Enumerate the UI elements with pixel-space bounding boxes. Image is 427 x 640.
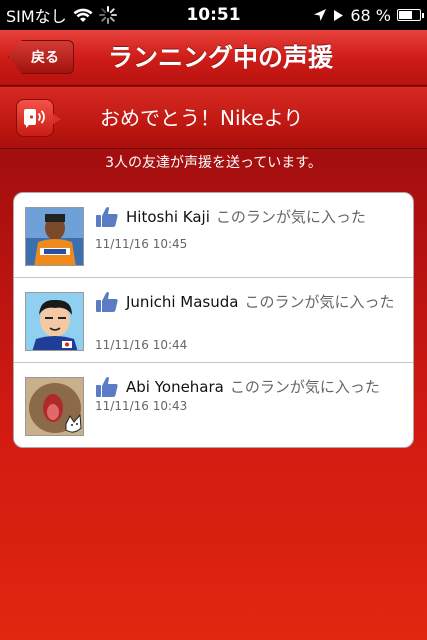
avatar: [25, 377, 84, 436]
cheer-text: Junichi Masuda このランが気に入った: [94, 292, 406, 312]
battery-percent: 68 %: [350, 5, 391, 25]
cheer-icon: [16, 99, 61, 137]
cheer-message-bar: おめでとう！Nikeより: [0, 87, 427, 149]
play-icon: [333, 9, 344, 22]
battery-level: [399, 11, 412, 19]
cheer-timestamp: 11/11/16 10:44: [95, 338, 188, 352]
list-item[interactable]: Hitoshi Kaji このランが気に入った 11/11/16 10:45: [14, 193, 413, 278]
wifi-icon: [73, 8, 93, 23]
battery-icon: [397, 9, 424, 21]
friends-summary: 3人の友達が声援を送っています。: [105, 155, 322, 171]
cheer-message: おめでとう！Nikeより: [100, 106, 304, 130]
navigation-bar: ランニング中の声援 戻る: [0, 30, 427, 86]
friend-name: Junichi Masuda: [126, 293, 239, 311]
cheer-timestamp: 11/11/16 10:43: [95, 399, 188, 413]
status-bar: SIMなし 10:51 68 %: [0, 0, 427, 30]
cheer-text: Abi Yonehara このランが気に入った: [94, 377, 406, 397]
cheer-action: このランが気に入った: [244, 293, 395, 311]
cheer-text: Hitoshi Kaji このランが気に入った: [94, 207, 406, 227]
cheer-action: このランが気に入った: [229, 378, 380, 396]
avatar: [25, 207, 84, 266]
avatar: [25, 292, 84, 351]
back-button[interactable]: 戻る: [8, 40, 74, 74]
spinner-icon: [98, 6, 117, 24]
cheer-list: Hitoshi Kaji このランが気に入った 11/11/16 10:45 J…: [13, 192, 414, 448]
location-icon: [313, 8, 327, 22]
cheer-action: このランが気に入った: [215, 208, 366, 226]
friend-name: Hitoshi Kaji: [126, 208, 210, 226]
carrier-label: SIMなし: [6, 7, 67, 26]
list-item[interactable]: Junichi Masuda このランが気に入った 11/11/16 10:44: [14, 278, 413, 363]
cheer-timestamp: 11/11/16 10:45: [95, 237, 188, 251]
list-item[interactable]: Abi Yonehara このランが気に入った 11/11/16 10:43: [14, 363, 413, 447]
friend-name: Abi Yonehara: [126, 378, 224, 396]
status-time: 10:51: [186, 5, 241, 25]
